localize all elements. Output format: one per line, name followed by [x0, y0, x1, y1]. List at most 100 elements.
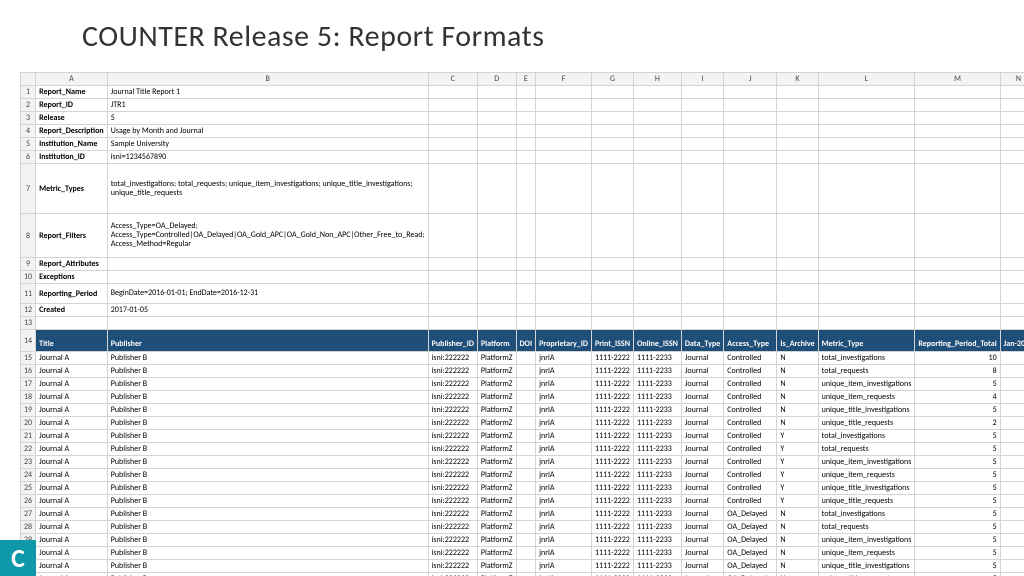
- cell[interactable]: [591, 151, 633, 164]
- cell[interactable]: [633, 317, 681, 330]
- cell[interactable]: 1: [1000, 547, 1024, 560]
- cell[interactable]: [516, 469, 536, 482]
- row-header[interactable]: 14: [21, 330, 36, 352]
- cell[interactable]: Journal: [681, 352, 723, 365]
- cell[interactable]: isni:222222: [428, 495, 477, 508]
- cell[interactable]: 1: [1000, 560, 1024, 573]
- cell[interactable]: isni:222222: [428, 560, 477, 573]
- cell[interactable]: Journal A: [36, 508, 108, 521]
- cell[interactable]: Journal: [681, 534, 723, 547]
- cell[interactable]: 1111-2233: [633, 430, 681, 443]
- cell[interactable]: [516, 138, 536, 151]
- cell[interactable]: unique_item_investigations: [818, 534, 915, 547]
- cell[interactable]: Reporting_Period: [36, 284, 108, 304]
- cell[interactable]: Journal A: [36, 482, 108, 495]
- cell[interactable]: 5: [915, 547, 1000, 560]
- cell[interactable]: [516, 430, 536, 443]
- cell[interactable]: N: [777, 365, 818, 378]
- cell[interactable]: Controlled: [724, 495, 777, 508]
- cell[interactable]: 1111-2233: [633, 456, 681, 469]
- cell[interactable]: isni:222222: [428, 430, 477, 443]
- row-header[interactable]: 11: [21, 284, 36, 304]
- cell[interactable]: 1111-2233: [633, 469, 681, 482]
- cell[interactable]: 2: [915, 417, 1000, 430]
- cell[interactable]: jnrlA: [536, 391, 592, 404]
- cell[interactable]: [681, 258, 723, 271]
- row-header[interactable]: 5: [21, 138, 36, 151]
- cell[interactable]: [536, 125, 592, 138]
- cell[interactable]: Journal A: [36, 391, 108, 404]
- cell[interactable]: N: [777, 404, 818, 417]
- cell[interactable]: [724, 304, 777, 317]
- cell[interactable]: Journal A: [36, 495, 108, 508]
- cell[interactable]: Publisher B: [107, 352, 428, 365]
- cell[interactable]: [633, 99, 681, 112]
- column-header[interactable]: N: [1000, 73, 1024, 86]
- cell[interactable]: 1111-2233: [633, 352, 681, 365]
- cell[interactable]: PlatformZ: [477, 352, 516, 365]
- cell[interactable]: Controlled: [724, 417, 777, 430]
- cell[interactable]: Institution_Name: [36, 138, 108, 151]
- cell[interactable]: [516, 352, 536, 365]
- cell[interactable]: [915, 317, 1000, 330]
- data-header-cell[interactable]: Jan-2015: [1000, 330, 1024, 352]
- cell[interactable]: Controlled: [724, 456, 777, 469]
- cell[interactable]: [777, 214, 818, 258]
- column-header[interactable]: D: [477, 73, 516, 86]
- cell[interactable]: 5: [915, 469, 1000, 482]
- row-header[interactable]: 23: [21, 456, 36, 469]
- cell[interactable]: 1: [1000, 443, 1024, 456]
- cell[interactable]: [536, 258, 592, 271]
- cell[interactable]: [724, 151, 777, 164]
- cell[interactable]: 1111-2233: [633, 482, 681, 495]
- cell[interactable]: 10: [915, 352, 1000, 365]
- cell[interactable]: unique_title_requests: [818, 417, 915, 430]
- cell[interactable]: unique_title_investigations: [818, 560, 915, 573]
- column-header[interactable]: E: [516, 73, 536, 86]
- cell[interactable]: [681, 284, 723, 304]
- cell[interactable]: [516, 112, 536, 125]
- cell[interactable]: [724, 284, 777, 304]
- cell[interactable]: Report_ID: [36, 99, 108, 112]
- cell[interactable]: [516, 495, 536, 508]
- cell[interactable]: Publisher B: [107, 417, 428, 430]
- cell[interactable]: N: [777, 508, 818, 521]
- cell[interactable]: Publisher B: [107, 443, 428, 456]
- cell[interactable]: [681, 304, 723, 317]
- cell[interactable]: [1000, 164, 1024, 214]
- row-header[interactable]: 25: [21, 482, 36, 495]
- cell[interactable]: N: [777, 534, 818, 547]
- cell[interactable]: unique_item_requests: [818, 547, 915, 560]
- cell[interactable]: [591, 284, 633, 304]
- cell[interactable]: [591, 258, 633, 271]
- cell[interactable]: [915, 151, 1000, 164]
- cell[interactable]: [1000, 271, 1024, 284]
- cell[interactable]: 1111-2233: [633, 365, 681, 378]
- cell[interactable]: [477, 164, 516, 214]
- cell[interactable]: PlatformZ: [477, 365, 516, 378]
- cell[interactable]: OA_Delayed: [724, 521, 777, 534]
- cell[interactable]: 2: [1000, 352, 1024, 365]
- cell[interactable]: Report_Attributes: [36, 258, 108, 271]
- row-header[interactable]: 7: [21, 164, 36, 214]
- cell[interactable]: Journal A: [36, 534, 108, 547]
- cell[interactable]: total_investigations; total_requests; un…: [107, 164, 428, 214]
- cell[interactable]: 1111-2222: [591, 521, 633, 534]
- cell[interactable]: [516, 417, 536, 430]
- cell[interactable]: [724, 125, 777, 138]
- cell[interactable]: Publisher B: [107, 508, 428, 521]
- row-header[interactable]: 10: [21, 271, 36, 284]
- cell[interactable]: 1111-2222: [591, 391, 633, 404]
- cell[interactable]: 1111-2222: [591, 430, 633, 443]
- cell[interactable]: Journal A: [36, 404, 108, 417]
- cell[interactable]: Journal A: [36, 456, 108, 469]
- cell[interactable]: 1111-2233: [633, 495, 681, 508]
- cell[interactable]: total_requests: [818, 443, 915, 456]
- column-header[interactable]: L: [818, 73, 915, 86]
- cell[interactable]: Publisher B: [107, 456, 428, 469]
- cell[interactable]: 1: [1000, 404, 1024, 417]
- cell[interactable]: [818, 125, 915, 138]
- cell[interactable]: [428, 138, 477, 151]
- cell[interactable]: [516, 508, 536, 521]
- cell[interactable]: unique_title_investigations: [818, 404, 915, 417]
